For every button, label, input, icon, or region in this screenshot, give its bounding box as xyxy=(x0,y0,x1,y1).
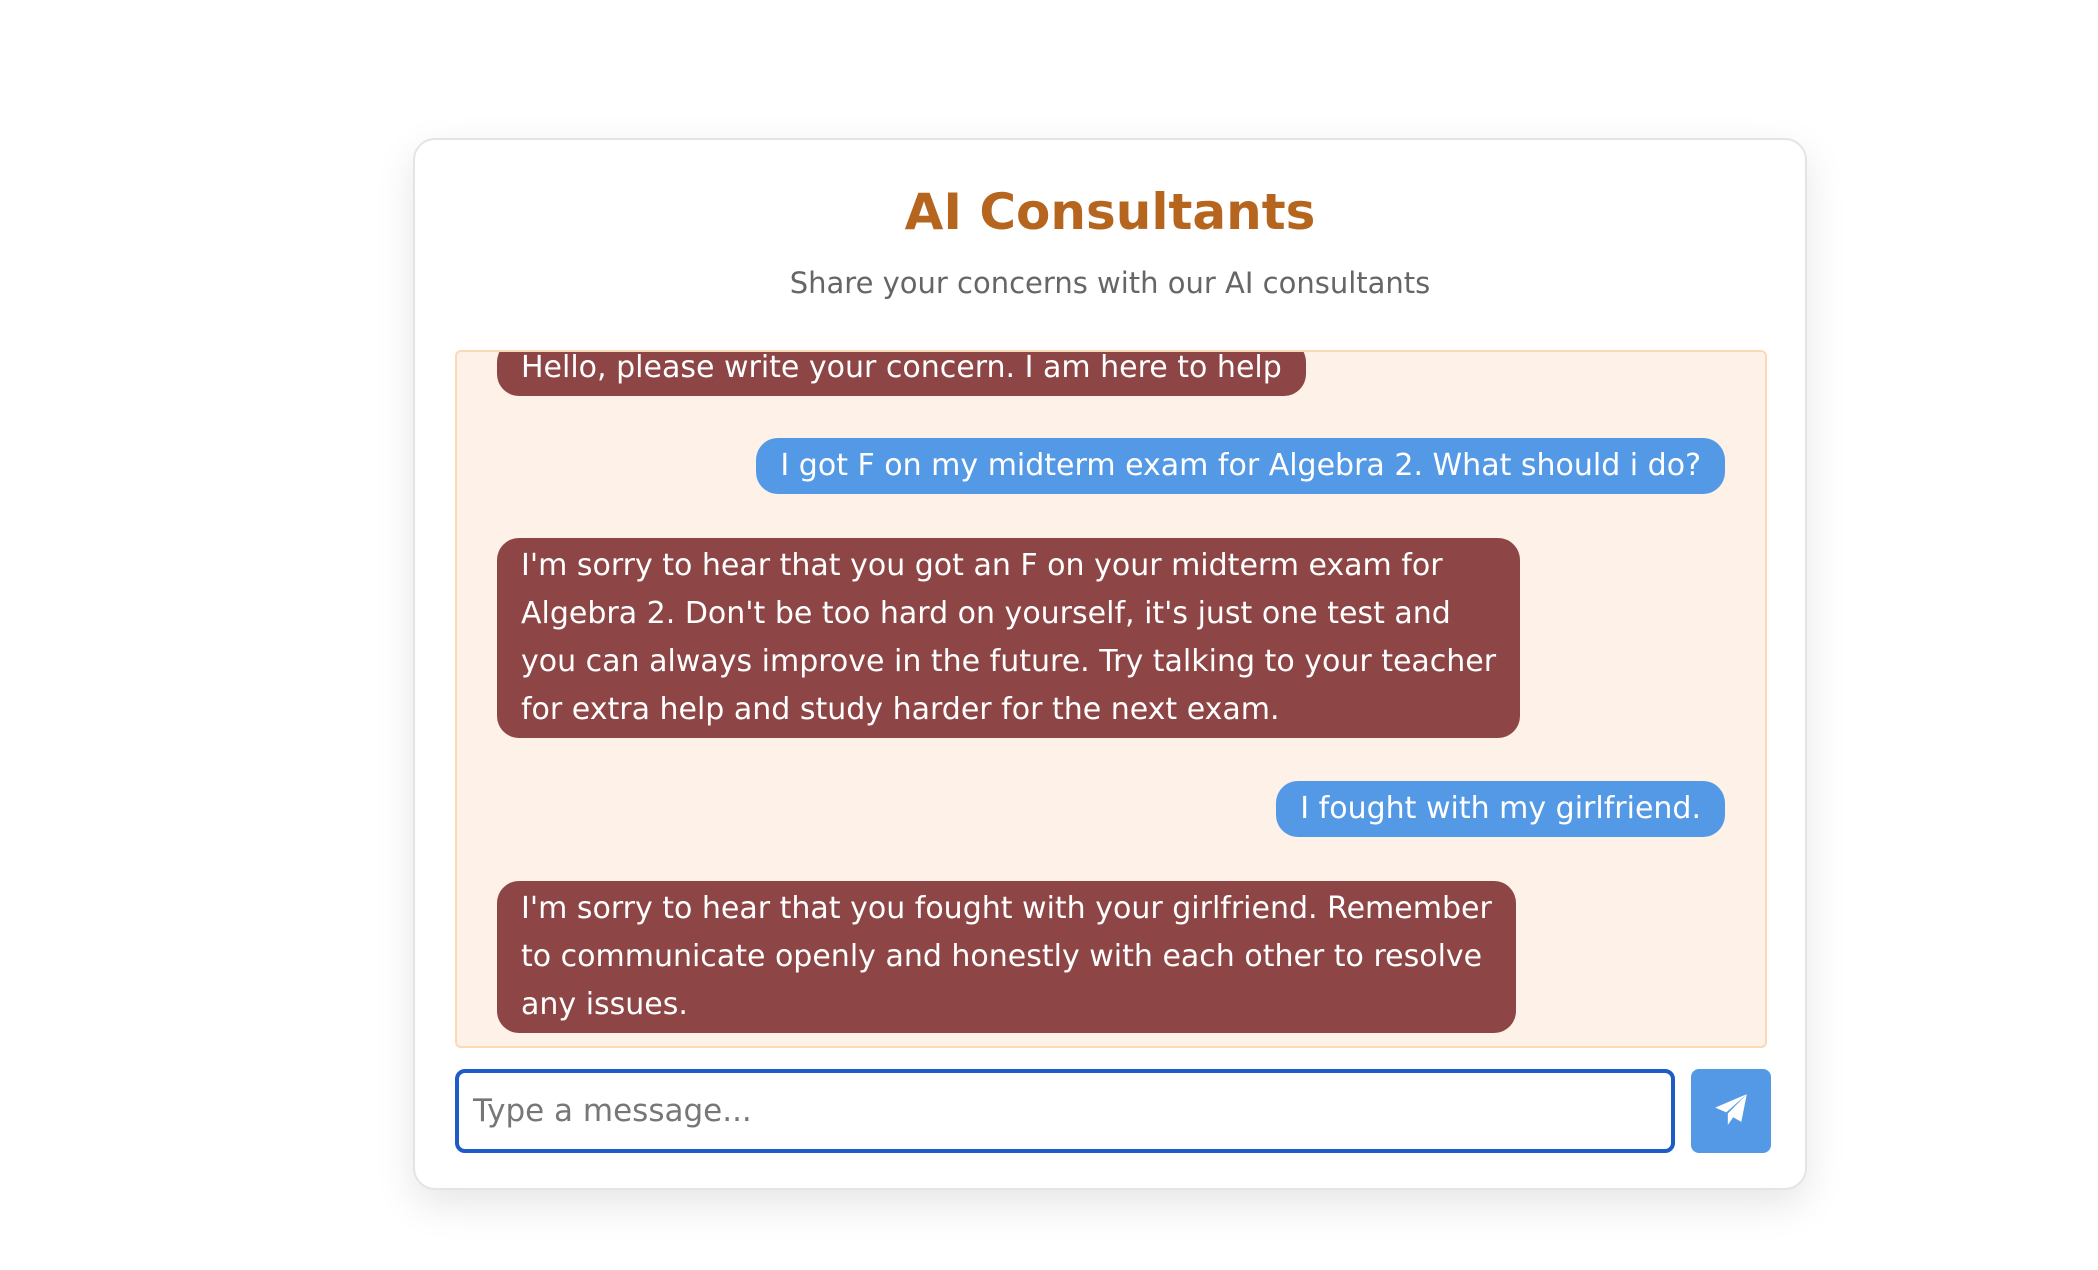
user-message: I got F on my midterm exam for Algebra 2… xyxy=(756,438,1725,494)
bot-message: I'm sorry to hear that you fought with y… xyxy=(497,881,1516,1033)
bot-message: I'm sorry to hear that you got an F on y… xyxy=(497,538,1521,738)
message-input[interactable] xyxy=(455,1069,1675,1153)
page-title: AI Consultants xyxy=(904,183,1316,241)
paper-plane-icon xyxy=(1712,1091,1750,1132)
page-subtitle: Share your concerns with our AI consulta… xyxy=(789,266,1431,300)
send-button[interactable] xyxy=(1691,1069,1771,1153)
bot-message: Hello, please write your concern. I am h… xyxy=(497,352,1306,396)
chat-card: AI Consultants Share your concerns with … xyxy=(413,138,1807,1190)
user-message: I fought with my girlfriend. xyxy=(1276,781,1725,837)
chat-history[interactable]: Hello, please write your concern. I am h… xyxy=(455,350,1767,1048)
